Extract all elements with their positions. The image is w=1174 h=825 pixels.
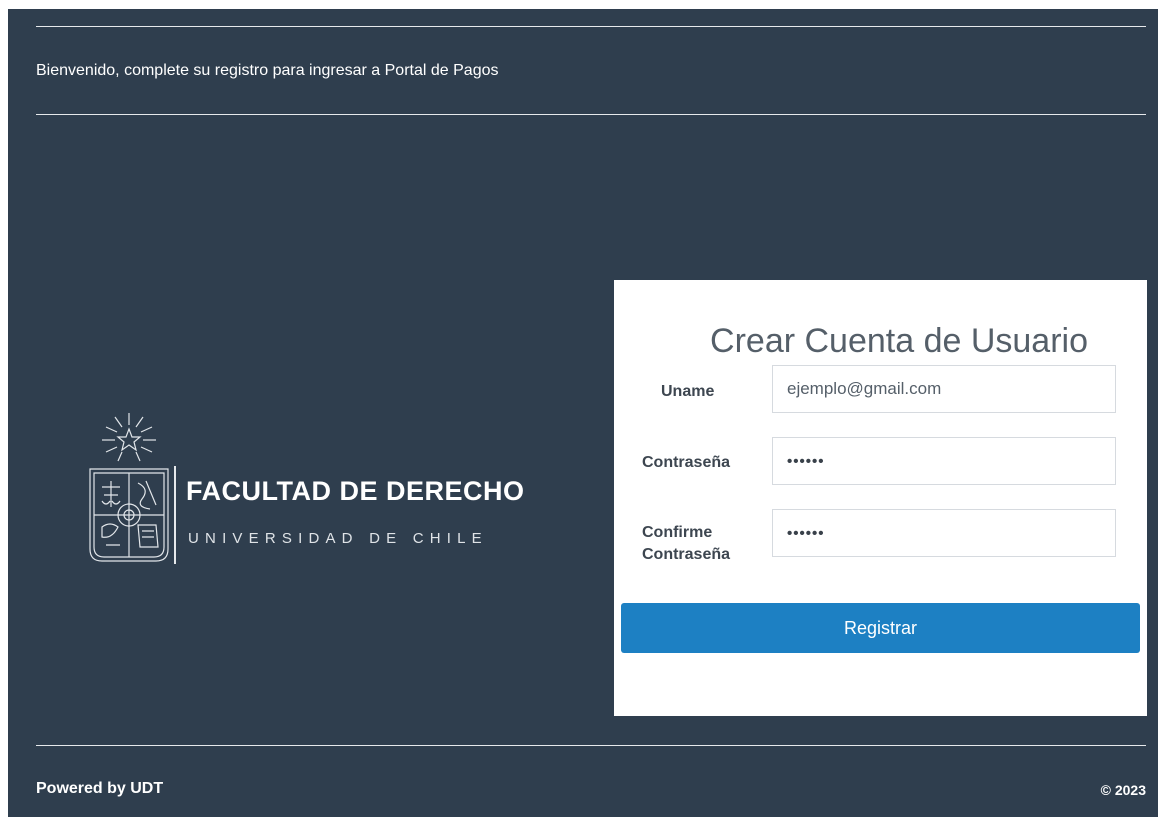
logo-divider xyxy=(174,466,176,564)
confirm-label-line2: Contraseña xyxy=(642,546,731,563)
page-background: Bienvenido, complete su registro para in… xyxy=(8,9,1158,817)
password-input[interactable]: •••••• xyxy=(772,437,1116,485)
powered-by: Powered by UDT xyxy=(36,780,164,797)
uname-placeholder: ejemplo@gmail.com xyxy=(787,379,942,398)
uname-label: Uname xyxy=(661,383,715,400)
confirm-password-input[interactable]: •••••• xyxy=(772,509,1116,557)
password-label: Contraseña xyxy=(642,454,731,471)
copyright: © 2023 xyxy=(1100,782,1146,798)
welcome-message: Bienvenido, complete su registro para in… xyxy=(36,62,499,79)
top-divider xyxy=(36,26,1146,27)
star-rays-icon xyxy=(102,413,156,462)
password-value: •••••• xyxy=(787,452,825,470)
logo-subtitle: UNIVERSIDAD DE CHILE xyxy=(188,530,488,547)
register-card: Crear Cuenta de Usuario Uname ejemplo@gm… xyxy=(614,280,1147,716)
header-divider xyxy=(36,114,1146,115)
star-icon xyxy=(116,427,142,452)
uname-input[interactable]: ejemplo@gmail.com xyxy=(772,365,1116,413)
form-title: Crear Cuenta de Usuario xyxy=(710,322,1088,360)
confirm-label-line1: Confirme xyxy=(642,524,713,541)
register-button[interactable]: Registrar xyxy=(621,603,1140,653)
footer-divider xyxy=(36,745,1146,746)
confirm-password-value: •••••• xyxy=(787,524,825,542)
logo-title: FACULTAD DE DERECHO xyxy=(186,476,525,506)
confirm-password-label: Confirme Contraseña xyxy=(642,522,730,566)
